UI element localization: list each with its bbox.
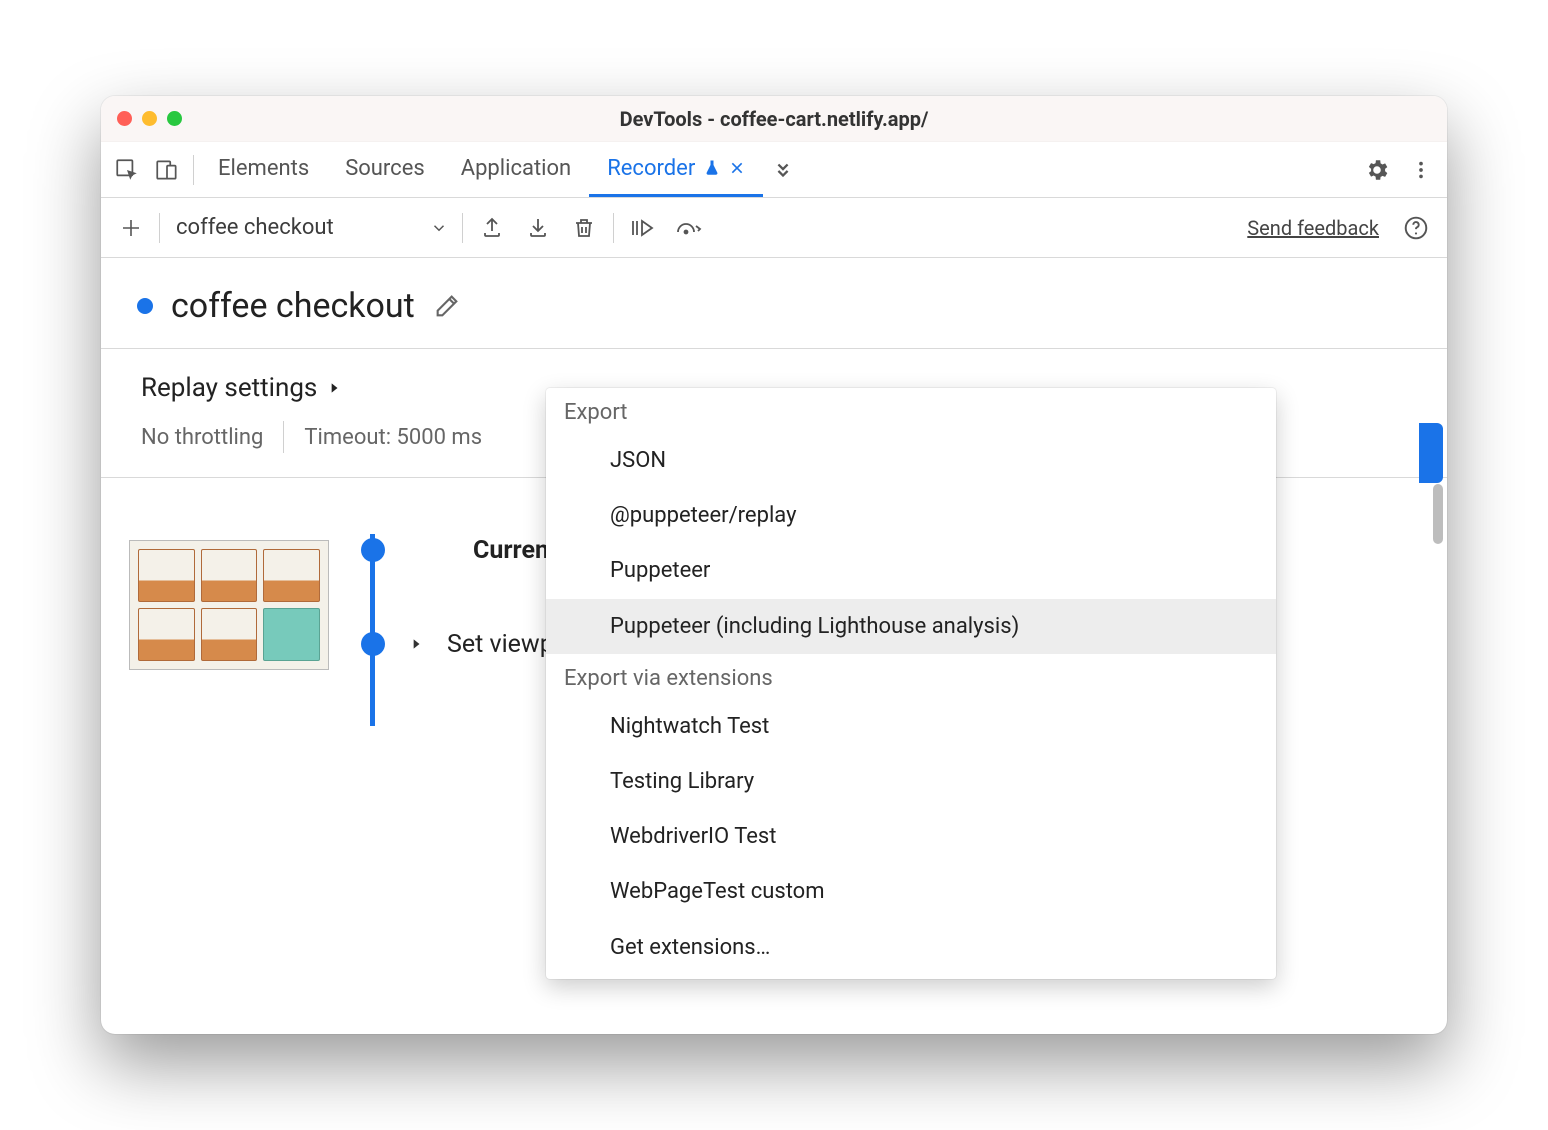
export-button[interactable] xyxy=(469,206,515,250)
tab-label: Elements xyxy=(218,156,309,181)
tab-label: Recorder xyxy=(607,156,695,181)
throttling-value: No throttling xyxy=(141,425,263,450)
tab-application[interactable]: Application xyxy=(443,142,589,197)
page-thumbnail xyxy=(129,540,329,670)
tab-sources[interactable]: Sources xyxy=(327,142,443,197)
tab-recorder[interactable]: Recorder xyxy=(589,142,763,197)
devtools-tabbar: Elements Sources Application Recorder xyxy=(101,142,1447,198)
traffic-lights xyxy=(117,111,182,126)
scrollbar[interactable] xyxy=(1433,484,1443,544)
import-button[interactable] xyxy=(515,206,561,250)
replay-button[interactable] xyxy=(1419,423,1443,483)
recording-header: coffee checkout xyxy=(101,258,1447,349)
edit-title-icon[interactable] xyxy=(433,292,461,320)
minimize-window-button[interactable] xyxy=(142,111,157,126)
slow-replay-button[interactable] xyxy=(666,206,712,250)
window-title: DevTools - coffee-cart.netlify.app/ xyxy=(620,107,929,131)
flask-icon xyxy=(703,159,721,177)
export-get-extensions[interactable]: Get extensions… xyxy=(546,920,1276,975)
settings-icon[interactable] xyxy=(1357,150,1397,190)
recording-title: coffee checkout xyxy=(171,286,415,326)
divider xyxy=(613,213,614,243)
export-puppeteer-replay[interactable]: @puppeteer/replay xyxy=(546,488,1276,543)
device-toolbar-icon[interactable] xyxy=(147,150,187,190)
chevron-right-icon xyxy=(327,381,341,395)
tab-label: Sources xyxy=(345,156,425,181)
divider xyxy=(283,421,284,453)
titlebar: DevTools - coffee-cart.netlify.app/ xyxy=(101,96,1447,142)
close-window-button[interactable] xyxy=(117,111,132,126)
divider xyxy=(159,213,160,243)
divider xyxy=(462,213,463,243)
recording-status-dot xyxy=(137,298,153,314)
export-webdriverio[interactable]: WebdriverIO Test xyxy=(546,809,1276,864)
export-nightwatch[interactable]: Nightwatch Test xyxy=(546,699,1276,754)
section-label: Replay settings xyxy=(141,373,317,403)
new-recording-button[interactable] xyxy=(109,206,153,250)
tab-elements[interactable]: Elements xyxy=(200,142,327,197)
recording-select[interactable]: coffee checkout xyxy=(166,206,456,250)
inspect-element-icon[interactable] xyxy=(107,150,147,190)
recording-select-value: coffee checkout xyxy=(176,215,334,240)
close-tab-icon[interactable] xyxy=(729,160,745,176)
more-tabs-icon[interactable] xyxy=(763,150,803,190)
step-replay-button[interactable] xyxy=(620,206,666,250)
send-feedback-link[interactable]: Send feedback xyxy=(1247,216,1379,240)
export-webpagetest[interactable]: WebPageTest custom xyxy=(546,864,1276,919)
export-testing-library[interactable]: Testing Library xyxy=(546,754,1276,809)
recorder-toolbar: coffee checkout Send feedback xyxy=(101,198,1447,258)
timeout-value: Timeout: 5000 ms xyxy=(304,425,482,450)
recorder-content: coffee checkout Replay settings No throt… xyxy=(101,258,1447,1034)
chevron-down-icon xyxy=(430,219,448,237)
export-puppeteer[interactable]: Puppeteer xyxy=(546,543,1276,598)
export-extensions-header: Export via extensions xyxy=(546,654,1276,699)
step-node-icon xyxy=(361,538,385,562)
export-puppeteer-lighthouse[interactable]: Puppeteer (including Lighthouse analysis… xyxy=(546,599,1276,654)
devtools-window: DevTools - coffee-cart.netlify.app/ Elem… xyxy=(101,96,1447,1034)
kebab-menu-icon[interactable] xyxy=(1401,150,1441,190)
chevron-right-icon xyxy=(409,637,423,651)
zoom-window-button[interactable] xyxy=(167,111,182,126)
step-node-icon xyxy=(361,632,385,656)
divider xyxy=(193,155,194,185)
export-menu: Export JSON @puppeteer/replay Puppeteer … xyxy=(546,388,1276,979)
delete-recording-button[interactable] xyxy=(561,206,607,250)
help-icon[interactable] xyxy=(1393,206,1439,250)
tab-label: Application xyxy=(461,156,571,181)
export-menu-header: Export xyxy=(546,388,1276,433)
export-json[interactable]: JSON xyxy=(546,433,1276,488)
